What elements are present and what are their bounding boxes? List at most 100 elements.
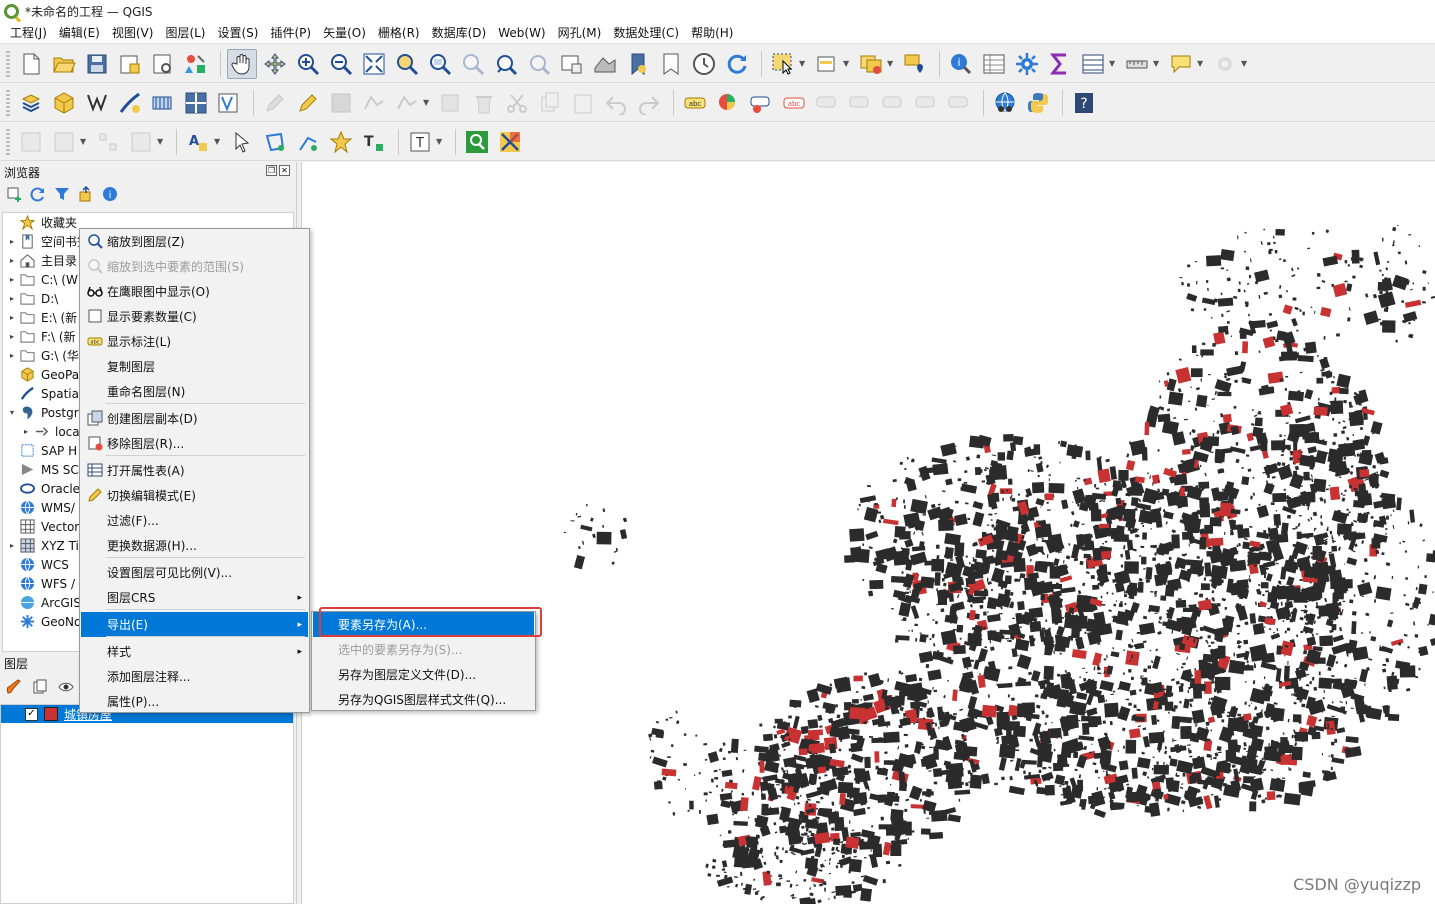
new-spatialite-layer-button[interactable] xyxy=(115,88,145,118)
annotation-line-button[interactable] xyxy=(293,127,323,157)
context-menu-item[interactable]: 添加图层注释... xyxy=(81,664,308,689)
modify-attributes-button[interactable] xyxy=(436,88,466,118)
menu-view[interactable]: 视图(V) xyxy=(106,24,160,41)
undock-icon[interactable]: ❐ xyxy=(266,165,277,176)
context-menu-item[interactable]: 设置图层可见比例(V)... xyxy=(81,560,308,585)
expand-arrow-icon[interactable]: ▸ xyxy=(5,351,19,360)
dropdown-arrow-icon[interactable]: ▼ xyxy=(423,98,431,107)
advanced-edit-button[interactable] xyxy=(16,127,46,157)
statistics-button[interactable] xyxy=(1045,49,1075,79)
move-label-button[interactable] xyxy=(812,88,842,118)
attribute-table-button[interactable] xyxy=(979,49,1009,79)
dropdown-arrow-icon[interactable]: ▼ xyxy=(799,59,807,68)
context-menu-item[interactable]: 切换编辑模式(E) xyxy=(81,483,308,508)
context-menu-item[interactable]: 复制图层 xyxy=(81,354,308,379)
style-manager-button[interactable] xyxy=(181,49,211,79)
dropdown-arrow-icon[interactable]: ▼ xyxy=(1153,59,1161,68)
menu-database[interactable]: 数据库(D) xyxy=(426,24,493,41)
annotation-marker-button[interactable] xyxy=(326,127,356,157)
redo-button[interactable] xyxy=(634,88,664,118)
new-temporary-layer-button[interactable] xyxy=(214,88,244,118)
annotation-polygon-button[interactable] xyxy=(260,127,290,157)
context-menu-item[interactable]: 移除图层(R)... xyxy=(81,431,308,456)
temporal-controller-button[interactable] xyxy=(689,49,719,79)
menu-help[interactable]: 帮助(H) xyxy=(685,24,739,41)
label-properties-button[interactable] xyxy=(911,88,941,118)
context-menu-item[interactable]: 图层CRS ▸ xyxy=(81,585,308,610)
menu-raster[interactable]: 栅格(R) xyxy=(372,24,426,41)
menu-mesh[interactable]: 网孔(M) xyxy=(552,24,608,41)
context-menu-item[interactable]: 过滤(F)... xyxy=(81,508,308,533)
map-tips-button[interactable] xyxy=(1166,49,1196,79)
select-by-value-button[interactable] xyxy=(812,49,842,79)
context-menu-item[interactable]: 显示要素数量(C) xyxy=(81,304,308,329)
dropdown-arrow-icon[interactable]: ▼ xyxy=(157,137,165,146)
measure-line-button[interactable] xyxy=(1122,49,1152,79)
context-menu-item[interactable]: 重命名图层(N) xyxy=(81,379,308,404)
dropdown-arrow-icon[interactable]: ▼ xyxy=(843,59,851,68)
map-canvas[interactable]: CSDN @yuqizzp xyxy=(301,162,1435,904)
digitize-button[interactable] xyxy=(93,127,123,157)
dropdown-arrow-icon[interactable]: ▼ xyxy=(1241,59,1249,68)
python-console-button[interactable] xyxy=(1023,88,1053,118)
new-map-view-button[interactable] xyxy=(557,49,587,79)
help-button[interactable]: ? xyxy=(1069,88,1099,118)
context-menu-item[interactable]: 导出(E) ▸ xyxy=(81,612,308,637)
new-print-layout-button[interactable] xyxy=(115,49,145,79)
shape-digitize-button[interactable] xyxy=(126,127,156,157)
layer-labeling-button[interactable]: abc xyxy=(680,88,710,118)
context-menu-item[interactable]: 缩放到图层(Z) xyxy=(81,229,308,254)
new-memory-layer-button[interactable] xyxy=(181,88,211,118)
identify-features-button[interactable]: i xyxy=(946,49,976,79)
add-feature-button[interactable] xyxy=(359,88,389,118)
zoom-out-button[interactable] xyxy=(326,49,356,79)
new-3d-view-button[interactable] xyxy=(590,49,620,79)
zoom-to-selection-button[interactable] xyxy=(392,49,422,79)
undo-button[interactable] xyxy=(601,88,631,118)
add-group-button[interactable] xyxy=(32,679,48,698)
dropdown-arrow-icon[interactable]: ▼ xyxy=(80,137,88,146)
zoom-full-button[interactable] xyxy=(359,49,389,79)
menu-web[interactable]: Web(W) xyxy=(492,26,551,40)
show-hide-labels-button[interactable]: abc xyxy=(779,88,809,118)
cut-features-button[interactable] xyxy=(502,88,532,118)
toggle-editing-button[interactable] xyxy=(293,88,323,118)
dropdown-arrow-icon[interactable]: ▼ xyxy=(1197,59,1205,68)
data-source-manager-button[interactable] xyxy=(16,88,46,118)
expand-arrow-icon[interactable]: ▸ xyxy=(5,294,19,303)
collapse-all-button[interactable] xyxy=(78,185,94,205)
close-icon[interactable]: ✕ xyxy=(279,165,290,176)
context-menu-item[interactable]: 更换数据源(H)... xyxy=(81,533,308,558)
pan-map-button[interactable] xyxy=(227,48,257,79)
layout-manager-button[interactable] xyxy=(148,49,178,79)
expand-arrow-icon[interactable]: ▸ xyxy=(5,541,19,550)
show-bookmarks-button[interactable] xyxy=(656,49,686,79)
new-geopackage-layer-button[interactable] xyxy=(49,88,79,118)
menu-project[interactable]: 工程(J) xyxy=(4,24,53,41)
georeferencer-button[interactable] xyxy=(495,127,525,157)
menu-settings[interactable]: 设置(S) xyxy=(212,24,265,41)
open-styling-button[interactable] xyxy=(6,678,22,698)
locator-search-button[interactable] xyxy=(462,127,492,157)
add-layer-button[interactable] xyxy=(6,186,22,205)
refresh-button[interactable] xyxy=(722,49,752,79)
new-shapefile-layer-button[interactable] xyxy=(82,88,112,118)
properties-button[interactable]: i xyxy=(102,186,118,205)
layer-visibility-checkbox[interactable]: ✓ xyxy=(25,707,38,721)
change-label-button[interactable] xyxy=(878,88,908,118)
new-virtual-layer-button[interactable] xyxy=(148,88,178,118)
expand-arrow-icon[interactable]: ▸ xyxy=(5,237,19,246)
metasearch-button[interactable] xyxy=(990,88,1020,118)
context-menu-item[interactable]: 属性(P)... xyxy=(81,689,308,714)
save-edits-button[interactable] xyxy=(326,88,356,118)
export-submenu-item[interactable]: 选中的要素另存为(S)... xyxy=(313,637,534,662)
context-menu-item[interactable]: 在鹰眼图中显示(O) xyxy=(81,279,308,304)
new-project-button[interactable] xyxy=(16,49,46,79)
settings-wheel-button[interactable] xyxy=(1210,49,1240,79)
snapping-button[interactable] xyxy=(49,127,79,157)
vertex-tool-button[interactable] xyxy=(392,88,422,118)
save-project-button[interactable] xyxy=(82,49,112,79)
context-menu-item[interactable]: 打开属性表(A) xyxy=(81,458,308,483)
unpin-labels-button[interactable] xyxy=(944,88,974,118)
open-project-button[interactable] xyxy=(49,49,79,79)
